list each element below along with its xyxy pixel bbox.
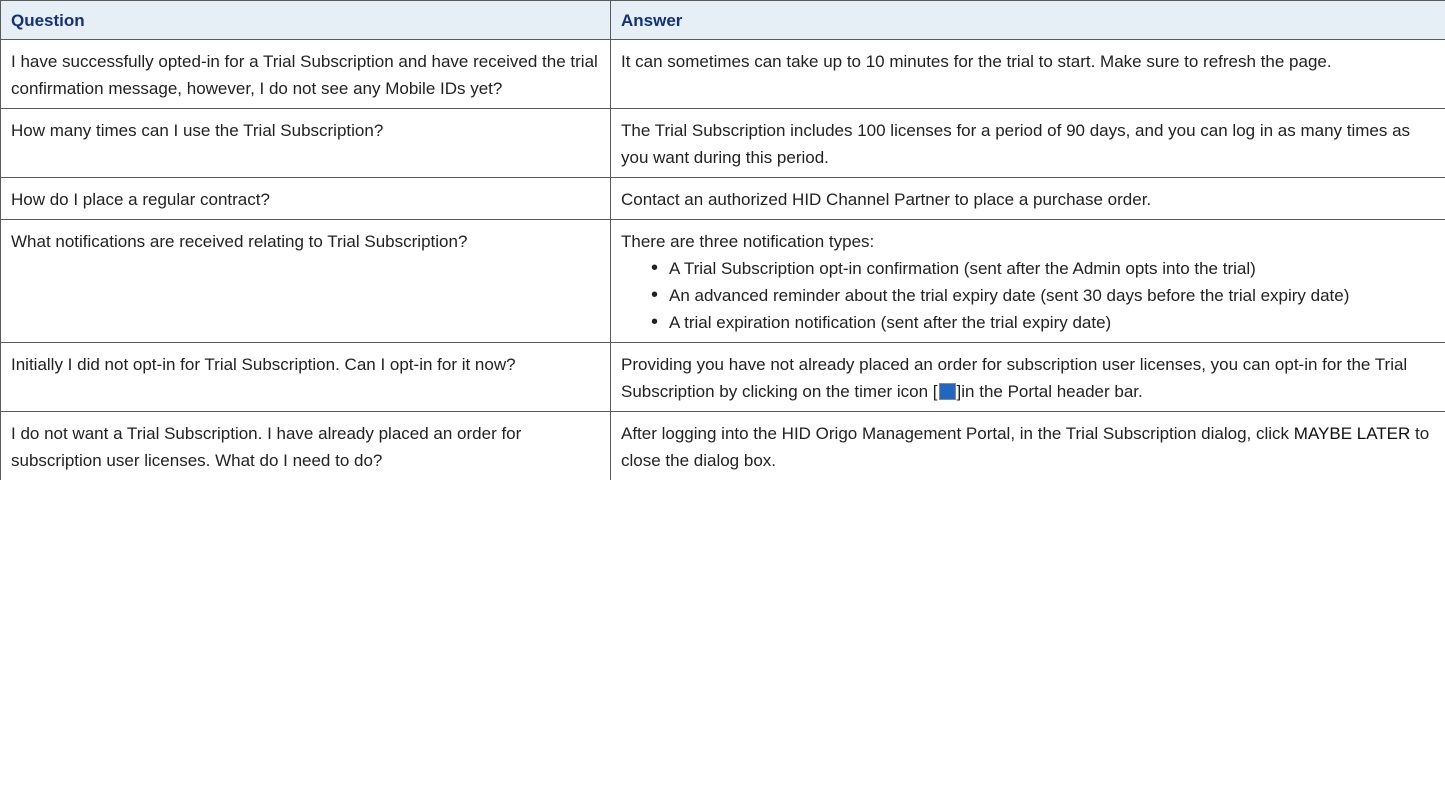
- table-row: How do I place a regular contract? Conta…: [0, 177, 1445, 220]
- notification-list: A Trial Subscription opt-in confirmation…: [621, 255, 1435, 336]
- timer-icon: [938, 383, 956, 400]
- question-cell: What notifications are received relating…: [0, 219, 611, 343]
- question-cell: Initially I did not opt-in for Trial Sub…: [0, 342, 611, 412]
- table-row: How many times can I use the Trial Subsc…: [0, 108, 1445, 178]
- table-header-row: Question Answer: [0, 0, 1445, 40]
- table-row: I have successfully opted-in for a Trial…: [0, 39, 1445, 109]
- answer-cell: Providing you have not already placed an…: [610, 342, 1445, 412]
- table-row: Initially I did not opt-in for Trial Sub…: [0, 342, 1445, 412]
- list-item: A Trial Subscription opt-in confirmation…: [651, 255, 1435, 282]
- answer-cell: Contact an authorized HID Channel Partne…: [610, 177, 1445, 220]
- maybe-later-term: MAYBE LATER: [1293, 424, 1411, 443]
- answer-text-after-icon: ]in the Portal header bar.: [956, 382, 1143, 401]
- question-cell: I have successfully opted-in for a Trial…: [0, 39, 611, 109]
- answer-text-before-term: After logging into the HID Origo Managem…: [621, 424, 1294, 443]
- answer-intro: There are three notification types:: [621, 232, 875, 251]
- answer-cell: There are three notification types: A Tr…: [610, 219, 1445, 343]
- answer-cell: The Trial Subscription includes 100 lice…: [610, 108, 1445, 178]
- question-cell: How do I place a regular contract?: [0, 177, 611, 220]
- list-item: An advanced reminder about the trial exp…: [651, 282, 1435, 309]
- faq-table: Question Answer I have successfully opte…: [0, 0, 1445, 480]
- answer-cell: It can sometimes can take up to 10 minut…: [610, 39, 1445, 109]
- question-cell: How many times can I use the Trial Subsc…: [0, 108, 611, 178]
- table-row: What notifications are received relating…: [0, 219, 1445, 343]
- question-cell: I do not want a Trial Subscription. I ha…: [0, 411, 611, 480]
- column-header-answer: Answer: [610, 0, 1445, 40]
- column-header-question: Question: [0, 0, 611, 40]
- table-row: I do not want a Trial Subscription. I ha…: [0, 411, 1445, 480]
- answer-cell: After logging into the HID Origo Managem…: [610, 411, 1445, 480]
- list-item: A trial expiration notification (sent af…: [651, 309, 1435, 336]
